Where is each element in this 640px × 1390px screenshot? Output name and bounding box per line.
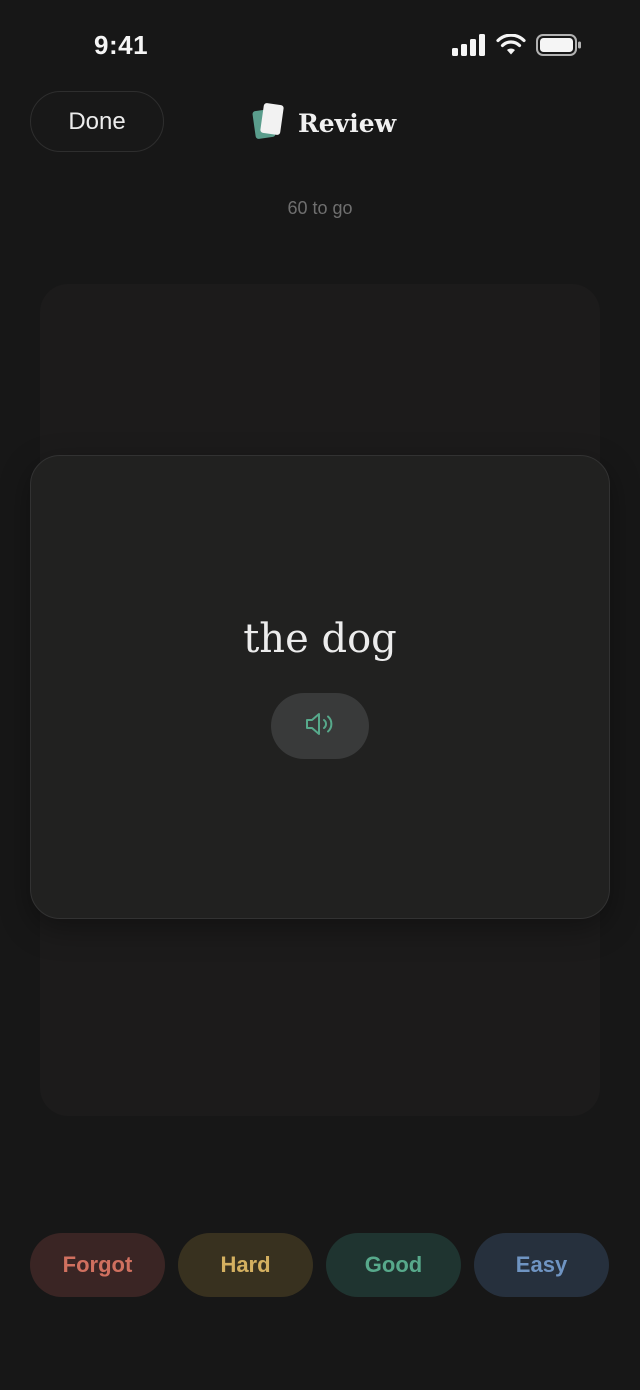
good-button[interactable]: Good [326, 1233, 461, 1297]
review-screen: 9:41 Done Review 60 to go the dog Forgot… [0, 0, 640, 1390]
status-icons [452, 33, 582, 61]
remaining-count: 60 to go [287, 198, 353, 218]
done-button[interactable]: Done [30, 91, 164, 152]
wifi-icon [496, 33, 526, 61]
speaker-icon [304, 711, 336, 742]
card-word: the dog [243, 616, 397, 662]
battery-icon [536, 34, 582, 61]
cellular-signal-icon [452, 34, 486, 61]
flashcards-icon [252, 102, 286, 145]
hard-button[interactable]: Hard [178, 1233, 313, 1297]
status-time: 9:41 [94, 30, 149, 60]
screen-title: Review [252, 102, 396, 144]
play-audio-button[interactable] [271, 693, 369, 759]
easy-button[interactable]: Easy [474, 1233, 609, 1297]
forgot-button[interactable]: Forgot [30, 1233, 165, 1297]
flashcard[interactable]: the dog [30, 455, 610, 919]
rating-buttons: Forgot Hard Good Easy [30, 1233, 609, 1297]
title-text: Review [298, 108, 397, 138]
